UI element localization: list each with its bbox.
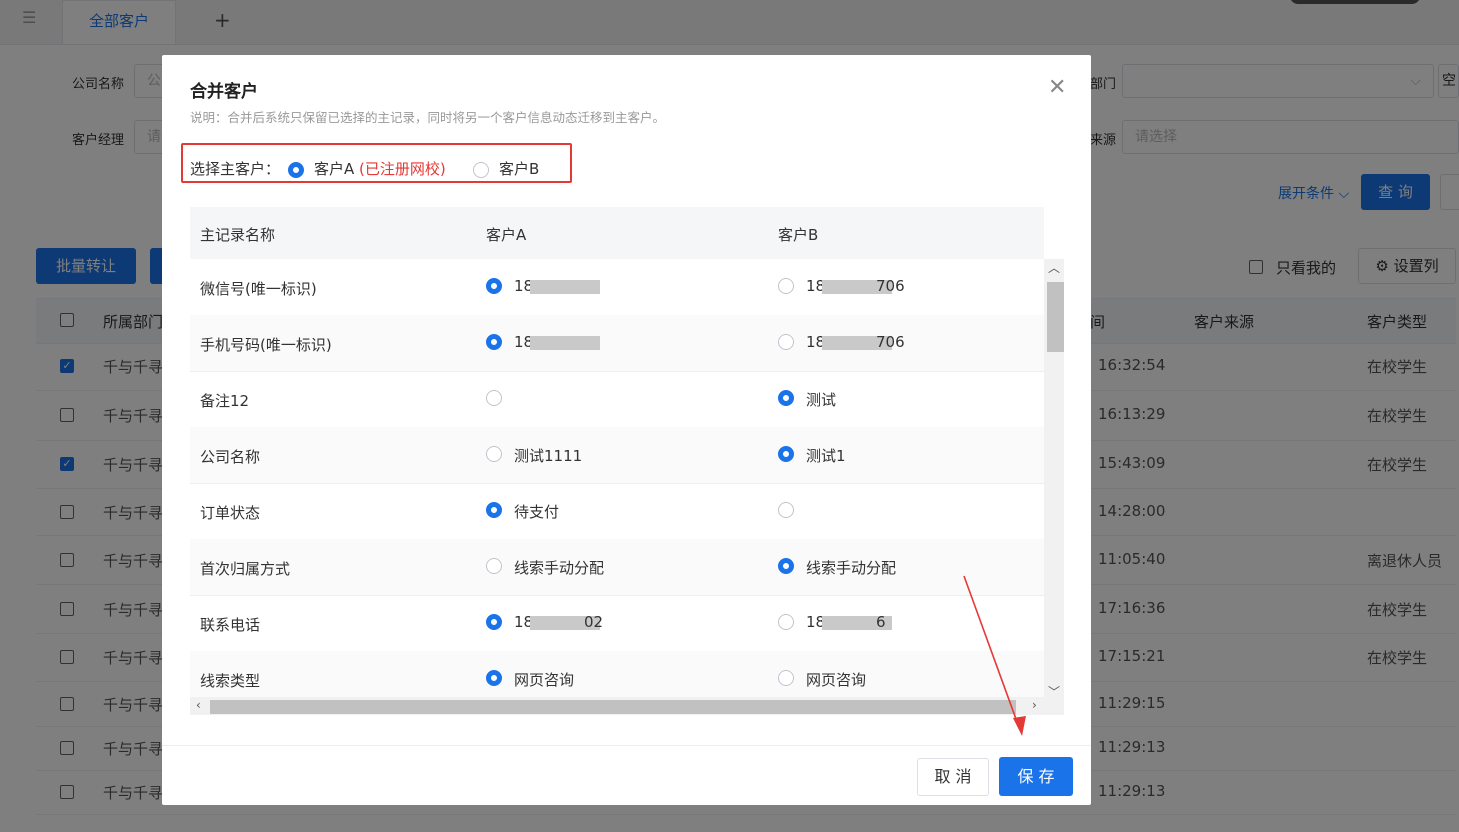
customer-b-value-tail: 706 (876, 333, 905, 351)
redacted-mask (530, 336, 600, 350)
dialog-title: 合并客户 (190, 82, 258, 102)
dialog-description: 说明：合并后系统只保留已选择的主记录，同时将另一个客户信息动态迁移到主客户。 (190, 110, 666, 125)
footer-divider (162, 745, 1091, 746)
merge-field-name: 首次归属方式 (200, 560, 291, 578)
vertical-scroll-thumb[interactable] (1047, 282, 1064, 352)
choose-b-radio[interactable] (778, 278, 794, 294)
choose-a-radio[interactable] (486, 502, 502, 518)
annotation-arrow (963, 575, 1026, 736)
choose-b-radio[interactable] (778, 614, 794, 630)
customer-b-value: 测试1 (806, 447, 846, 465)
cancel-button[interactable]: 取 消 (917, 758, 989, 796)
save-button[interactable]: 保 存 (999, 757, 1073, 796)
customer-a-value: 测试1111 (514, 447, 583, 465)
customer-a-value: 待支付 (514, 503, 560, 521)
merge-field-name: 线索类型 (200, 672, 261, 690)
merge-row: 备注12 测试 (190, 371, 1044, 428)
choose-a-radio[interactable] (486, 278, 502, 294)
col-customer-a: 客户A (486, 226, 527, 244)
customer-a-value-tail: 02 (584, 613, 604, 631)
merge-row: 首次归属方式 线索手动分配 线索手动分配 (190, 539, 1044, 596)
choose-b-radio[interactable] (778, 446, 794, 462)
merge-row: 订单状态 待支付 (190, 483, 1044, 540)
master-option-a[interactable]: 客户A (已注册网校) (314, 158, 446, 179)
merge-row: 微信号(唯一标识) 18 18 706 (190, 259, 1044, 316)
merge-row: 联系电话 18 02 18 6 (190, 595, 1044, 652)
choose-a-radio[interactable] (486, 334, 502, 350)
master-option-b[interactable]: 客户B (499, 158, 539, 179)
choose-a-radio[interactable] (486, 670, 502, 686)
customer-b-value: 网页咨询 (806, 671, 867, 689)
choose-b-radio[interactable] (778, 334, 794, 350)
col-customer-b: 客户B (778, 226, 819, 244)
scroll-left-icon[interactable]: ‹ (196, 698, 201, 712)
customer-a-value: 网页咨询 (514, 671, 575, 689)
merge-field-name: 公司名称 (200, 448, 261, 466)
option-a-label: 客户A (314, 160, 355, 178)
col-record-name: 主记录名称 (200, 226, 276, 244)
horizontal-scroll-thumb[interactable] (210, 700, 1016, 714)
arrow-line (963, 575, 1021, 731)
choose-b-radio[interactable] (778, 390, 794, 406)
choose-master-label: 选择主客户： (190, 160, 281, 178)
close-icon[interactable]: ✕ (1048, 75, 1066, 100)
registered-note: (已注册网校) (359, 160, 446, 178)
merge-field-name: 微信号(唯一标识) (200, 280, 317, 298)
merge-table-header: 主记录名称 客户A 客户B (190, 207, 1044, 259)
customer-b-value-tail: 706 (876, 277, 905, 295)
customer-a-value: 线索手动分配 (514, 559, 605, 577)
merge-field-table: 主记录名称 客户A 客户B 微信号(唯一标识) 18 18 706 手机号码(唯一标识)… (190, 207, 1064, 715)
merge-field-name: 订单状态 (200, 504, 261, 522)
choose-b-radio[interactable] (778, 670, 794, 686)
merge-field-name: 手机号码(唯一标识) (200, 336, 332, 354)
scroll-up-icon[interactable]: ︿ (1048, 259, 1060, 276)
choose-a-radio[interactable] (486, 446, 502, 462)
choose-b-radio[interactable] (778, 502, 794, 518)
customer-b-value: 线索手动分配 (806, 559, 897, 577)
merge-row: 手机号码(唯一标识) 188 18 706 (190, 315, 1044, 372)
customer-b-value: 测试 (806, 391, 837, 409)
master-radio-a[interactable] (288, 162, 304, 178)
arrow-head (1013, 716, 1026, 736)
merge-field-name: 备注12 (200, 392, 250, 410)
customer-b-value-tail: 6 (876, 613, 886, 631)
master-radio-b[interactable] (473, 162, 489, 178)
redacted-mask (530, 280, 600, 294)
choose-a-radio[interactable] (486, 558, 502, 574)
merge-row: 公司名称 测试1111 测试1 (190, 427, 1044, 484)
choose-a-radio[interactable] (486, 614, 502, 630)
merge-field-name: 联系电话 (200, 616, 261, 634)
choose-b-radio[interactable] (778, 558, 794, 574)
choose-a-radio[interactable] (486, 390, 502, 406)
